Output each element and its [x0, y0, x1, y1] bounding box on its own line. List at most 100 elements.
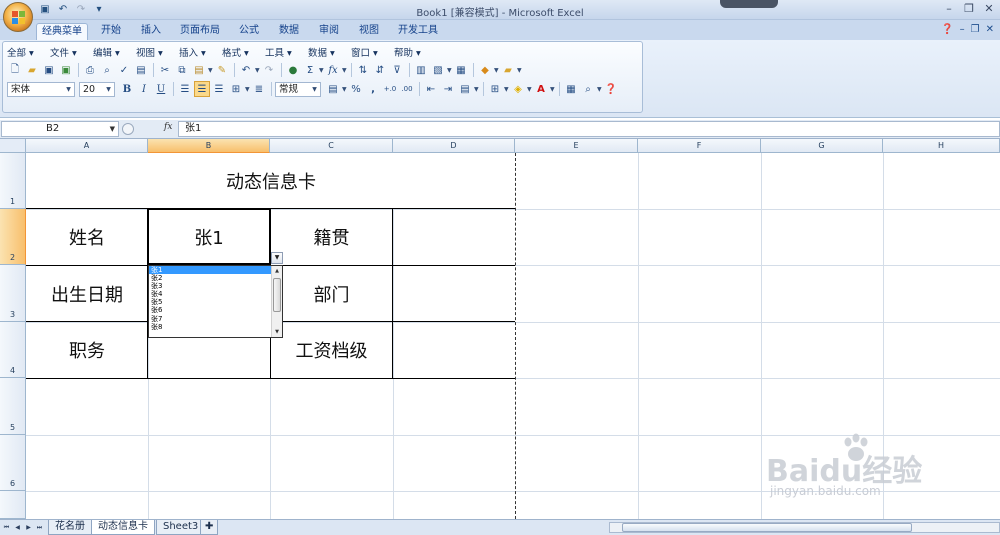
tab-insert[interactable]: 插入: [134, 23, 168, 40]
permission-icon[interactable]: ▣: [58, 62, 74, 78]
dropdown-scrollbar[interactable]: ▲ ▼: [271, 266, 282, 337]
chevron-down-icon[interactable]: ▼: [110, 122, 115, 136]
column-header-d[interactable]: D: [393, 139, 515, 153]
format-dropdown-icon[interactable]: ▼: [474, 86, 480, 93]
next-sheet-icon[interactable]: ▶: [24, 522, 33, 533]
restore-icon[interactable]: ❐: [962, 2, 976, 16]
dropdown-item[interactable]: 张4: [149, 290, 271, 298]
formula-input[interactable]: 张1: [178, 121, 1000, 137]
row-header-6[interactable]: 6: [0, 435, 26, 491]
row-header-1[interactable]: 1: [0, 153, 26, 209]
insert-sheet-icon[interactable]: ✚: [200, 520, 219, 535]
underline-button[interactable]: U: [153, 81, 169, 97]
format-painter-icon[interactable]: ✎: [214, 62, 230, 78]
increase-indent-icon[interactable]: ⇥: [440, 81, 456, 97]
row-header-3[interactable]: 3: [0, 265, 26, 322]
undo-icon[interactable]: ↶: [238, 62, 254, 78]
fill-color-icon[interactable]: ◈: [510, 81, 526, 97]
research-icon[interactable]: ▤: [133, 62, 149, 78]
prev-sheet-icon[interactable]: ◀: [13, 522, 22, 533]
insert-function-button[interactable]: fx: [164, 122, 172, 132]
cell-a3[interactable]: 出生日期: [26, 265, 148, 322]
new-icon[interactable]: 🗋: [7, 62, 23, 78]
function-dropdown-icon[interactable]: ▼: [342, 67, 348, 74]
menu-help[interactable]: 帮助 ▾: [394, 45, 437, 59]
tab-view[interactable]: 视图: [352, 23, 386, 40]
font-color-icon[interactable]: A: [533, 81, 549, 97]
format-cells-icon[interactable]: ▤: [457, 81, 473, 97]
tab-developer[interactable]: 开发工具: [392, 23, 444, 40]
borders-icon[interactable]: ⊞: [487, 81, 503, 97]
font-size-select[interactable]: 20 ▼: [79, 81, 115, 97]
italic-button[interactable]: I: [136, 81, 152, 97]
dropdown-item[interactable]: 张8: [149, 323, 271, 331]
tab-data[interactable]: 数据: [272, 23, 306, 40]
scroll-down-icon[interactable]: ▼: [272, 327, 282, 337]
column-header-h[interactable]: H: [883, 139, 1000, 153]
dropdown-item[interactable]: 张5: [149, 298, 271, 306]
decrease-indent-icon[interactable]: ⇤: [423, 81, 439, 97]
copy-icon[interactable]: ⧉: [174, 62, 190, 78]
help-icon[interactable]: ❓: [603, 81, 619, 97]
dropdown-item[interactable]: 张2: [149, 274, 271, 282]
cell-c2[interactable]: 籍贯: [270, 209, 393, 265]
row-header-4[interactable]: 4: [0, 322, 26, 378]
last-sheet-icon[interactable]: ⏭: [35, 522, 44, 533]
sheet-tab-sheet3[interactable]: Sheet3: [156, 520, 206, 535]
sheet-tab-roster[interactable]: 花名册: [48, 520, 92, 535]
help-icon[interactable]: ❓: [941, 24, 953, 35]
drawing-icon[interactable]: ▧: [430, 62, 446, 78]
align-left-icon[interactable]: ☰: [177, 81, 193, 97]
menu-file[interactable]: 文件 ▾: [50, 45, 93, 59]
font-name-select[interactable]: 宋体 ▼: [7, 81, 75, 97]
ribbon-minimize-icon[interactable]: –: [960, 24, 965, 35]
folder-dropdown-icon[interactable]: ▼: [517, 67, 523, 74]
paste-icon[interactable]: ▤: [191, 62, 207, 78]
dropdown-item[interactable]: 张7: [149, 315, 271, 323]
cell-c4[interactable]: 工资档级: [270, 322, 393, 378]
tab-page-layout[interactable]: 页面布局: [172, 23, 228, 40]
hyperlink-icon[interactable]: ●: [285, 62, 301, 78]
menu-data[interactable]: 数据 ▾: [308, 45, 351, 59]
cell-a1-title[interactable]: 动态信息卡: [27, 153, 515, 209]
print-icon[interactable]: ⎙: [82, 62, 98, 78]
dropdown-item[interactable]: 张6: [149, 306, 271, 314]
column-header-c[interactable]: C: [270, 139, 393, 153]
align-right-icon[interactable]: ☰: [211, 81, 227, 97]
wrap-text-icon[interactable]: ≣: [251, 81, 267, 97]
styles-icon[interactable]: ▦: [563, 81, 579, 97]
merge-center-icon[interactable]: ⊞: [228, 81, 244, 97]
tab-classic-menu[interactable]: 经典菜单: [36, 23, 88, 40]
currency-icon[interactable]: ▤: [325, 81, 341, 97]
row-header-2[interactable]: 2: [0, 209, 26, 265]
grid-icon[interactable]: ▦: [453, 62, 469, 78]
office-button[interactable]: [3, 2, 33, 32]
scroll-thumb[interactable]: [273, 278, 281, 312]
cell-c3[interactable]: 部门: [270, 265, 393, 322]
filter-icon[interactable]: ⊽: [389, 62, 405, 78]
menu-tools[interactable]: 工具 ▾: [265, 45, 308, 59]
column-header-e[interactable]: E: [515, 139, 638, 153]
tab-formulas[interactable]: 公式: [232, 23, 266, 40]
menu-format[interactable]: 格式 ▾: [222, 45, 265, 59]
menu-all[interactable]: 全部 ▾: [7, 45, 50, 59]
align-center-icon[interactable]: ☰: [194, 81, 210, 97]
folder-icon[interactable]: ▰: [500, 62, 516, 78]
name-box[interactable]: B2 ▼: [1, 121, 119, 137]
ribbon-close-icon[interactable]: ✕: [986, 24, 994, 35]
cell-a2[interactable]: 姓名: [26, 209, 148, 265]
percent-button[interactable]: %: [348, 81, 364, 97]
ribbon-restore-icon[interactable]: ❐: [971, 24, 980, 35]
formula-bar-toggle-icon[interactable]: [122, 123, 134, 135]
validation-dropdown-list[interactable]: 张1 张2 张3 张4 张5 张6 张7 张8 ▲ ▼: [148, 265, 283, 338]
column-header-g[interactable]: G: [761, 139, 883, 153]
cell-a4[interactable]: 职务: [26, 322, 148, 378]
column-header-b[interactable]: B: [148, 139, 270, 153]
validation-dropdown-button[interactable]: ▼: [271, 252, 283, 264]
tab-home[interactable]: 开始: [92, 23, 130, 40]
comma-button[interactable]: ,: [365, 81, 381, 97]
menu-edit[interactable]: 编辑 ▾: [93, 45, 136, 59]
close-icon[interactable]: ✕: [982, 2, 996, 16]
row-header-5[interactable]: 5: [0, 378, 26, 435]
spelling-icon[interactable]: ✓: [116, 62, 132, 78]
